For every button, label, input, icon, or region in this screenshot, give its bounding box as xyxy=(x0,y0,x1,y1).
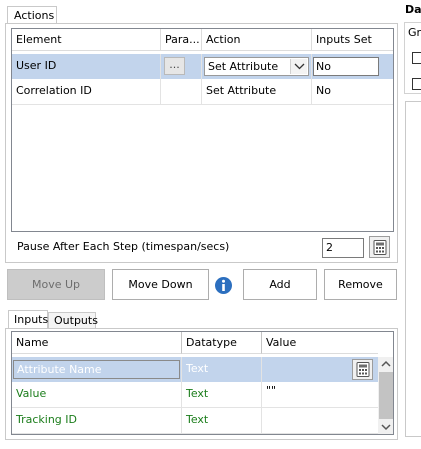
vertical-scrollbar[interactable] xyxy=(378,357,393,434)
right-panel-title: Dat xyxy=(405,3,421,16)
column-header-inputs-set[interactable]: Inputs Set xyxy=(312,29,393,51)
right-checkbox-2[interactable] xyxy=(412,78,421,90)
move-up-button[interactable]: Move Up xyxy=(7,269,105,300)
tab-inputs[interactable]: Inputs xyxy=(8,310,48,329)
pause-label: Pause After Each Step (timespan/secs) xyxy=(17,240,230,253)
right-checkbox-1[interactable] xyxy=(412,52,421,64)
scroll-up-icon[interactable] xyxy=(378,357,393,371)
scrollbar-thumb[interactable] xyxy=(379,372,393,419)
calculator-icon xyxy=(373,240,387,258)
value-calculator-button[interactable] xyxy=(352,359,373,380)
datatype-cell[interactable]: Text xyxy=(182,408,262,434)
calculator-button[interactable] xyxy=(369,236,390,258)
datatype-cell[interactable]: Text xyxy=(182,357,262,382)
element-cell[interactable]: User ID xyxy=(12,54,161,79)
info-icon[interactable] xyxy=(214,276,233,295)
tab-outputs-label: Outputs xyxy=(54,314,98,327)
name-cell[interactable]: Tracking ID xyxy=(12,408,182,434)
attribute-name-field[interactable]: Attribute Name xyxy=(13,360,180,379)
inputs-set-field[interactable]: No xyxy=(313,57,379,76)
name-cell: Attribute Name xyxy=(12,357,182,382)
right-group-label: Gr xyxy=(408,26,421,39)
column-header-action[interactable]: Action xyxy=(202,29,312,51)
action-cell[interactable]: Set Attribute xyxy=(202,79,312,105)
datatype-cell[interactable]: Text xyxy=(182,382,262,408)
tab-actions[interactable]: Actions xyxy=(7,6,57,24)
value-cell[interactable] xyxy=(262,357,378,382)
column-header-element[interactable]: Element xyxy=(12,29,161,51)
inputs-set-cell[interactable]: No xyxy=(312,79,393,105)
element-cell[interactable]: Correlation ID xyxy=(12,79,161,105)
action-cell: Set Attribute xyxy=(202,54,312,79)
calculator-icon xyxy=(356,362,370,382)
inputs-set-cell: No xyxy=(312,54,393,79)
column-header-name[interactable]: Name xyxy=(12,332,182,354)
parameters-cell: ... xyxy=(161,54,202,79)
parameters-ellipsis-button[interactable]: ... xyxy=(164,57,185,75)
actions-grid: Element Para... Action Inputs Set User I… xyxy=(11,28,394,232)
value-cell[interactable] xyxy=(262,408,378,434)
remove-button[interactable]: Remove xyxy=(324,269,397,300)
action-dropdown[interactable]: Set Attribute xyxy=(204,57,309,76)
column-header-parameters[interactable]: Para... xyxy=(161,29,202,51)
value-cell[interactable]: "" xyxy=(262,382,378,408)
tab-outputs[interactable]: Outputs xyxy=(48,312,98,329)
name-cell[interactable]: Value xyxy=(12,382,182,408)
add-button[interactable]: Add xyxy=(243,269,317,300)
right-panel-box xyxy=(405,101,421,437)
pause-input[interactable]: 2 xyxy=(322,238,364,258)
column-header-value[interactable]: Value xyxy=(262,332,378,354)
scroll-down-icon[interactable] xyxy=(378,420,393,434)
action-dropdown-value: Set Attribute xyxy=(208,60,279,73)
parameters-cell xyxy=(161,79,202,105)
move-down-button[interactable]: Move Down xyxy=(112,269,209,300)
chevron-down-icon[interactable] xyxy=(290,59,307,74)
tab-actions-label: Actions xyxy=(14,9,55,22)
inputs-grid: Name Datatype Value Attribute Name Text … xyxy=(11,331,394,435)
column-header-datatype[interactable]: Datatype xyxy=(182,332,262,354)
tab-inputs-label: Inputs xyxy=(14,313,49,326)
